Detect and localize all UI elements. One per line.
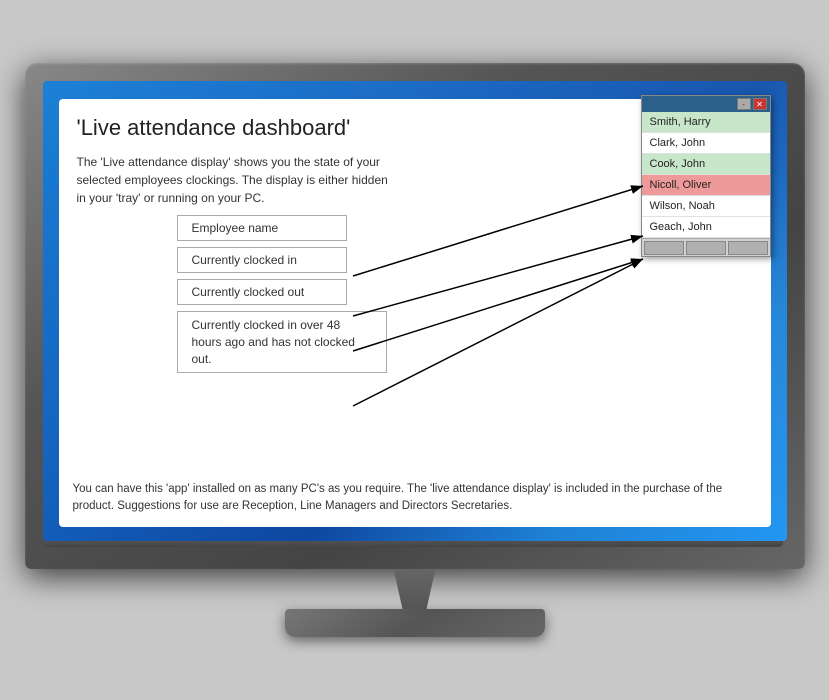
legend-employee-name: Employee name xyxy=(177,215,347,241)
legend-clocked-out-long: Currently clocked in over 48 hours ago a… xyxy=(177,311,387,373)
app-titlebar: - ✕ xyxy=(642,96,770,112)
footer-btn-2[interactable] xyxy=(686,241,726,255)
footer-btn-1[interactable] xyxy=(644,241,684,255)
legend-clocked-in: Currently clocked in xyxy=(177,247,347,273)
close-button[interactable]: ✕ xyxy=(753,98,767,110)
bottom-description: You can have this 'app' installed on as … xyxy=(59,469,771,528)
app-window: - ✕ Smith, Harry Clark, John Cook, John … xyxy=(641,95,771,257)
description-text: The 'Live attendance display' shows you … xyxy=(77,153,397,207)
footer-btn-3[interactable] xyxy=(728,241,768,255)
monitor-wrapper: 'Live attendance dashboard' The 'Live at… xyxy=(25,63,805,637)
list-item: Nicoll, Oliver xyxy=(642,175,770,196)
list-item: Wilson, Noah xyxy=(642,196,770,217)
minimize-button[interactable]: - xyxy=(737,98,751,110)
list-item: Cook, John xyxy=(642,154,770,175)
monitor-bezel: 'Live attendance dashboard' The 'Live at… xyxy=(25,63,805,569)
monitor-neck xyxy=(385,569,445,609)
monitor-base xyxy=(285,609,545,637)
list-item: Clark, John xyxy=(642,133,770,154)
employee-list: Smith, Harry Clark, John Cook, John Nico… xyxy=(642,112,770,238)
list-item: Geach, John xyxy=(642,217,770,238)
list-item: Smith, Harry xyxy=(642,112,770,133)
legend-clocked-out: Currently clocked out xyxy=(177,279,347,305)
monitor-screen: 'Live attendance dashboard' The 'Live at… xyxy=(43,81,787,541)
app-footer xyxy=(642,238,770,256)
